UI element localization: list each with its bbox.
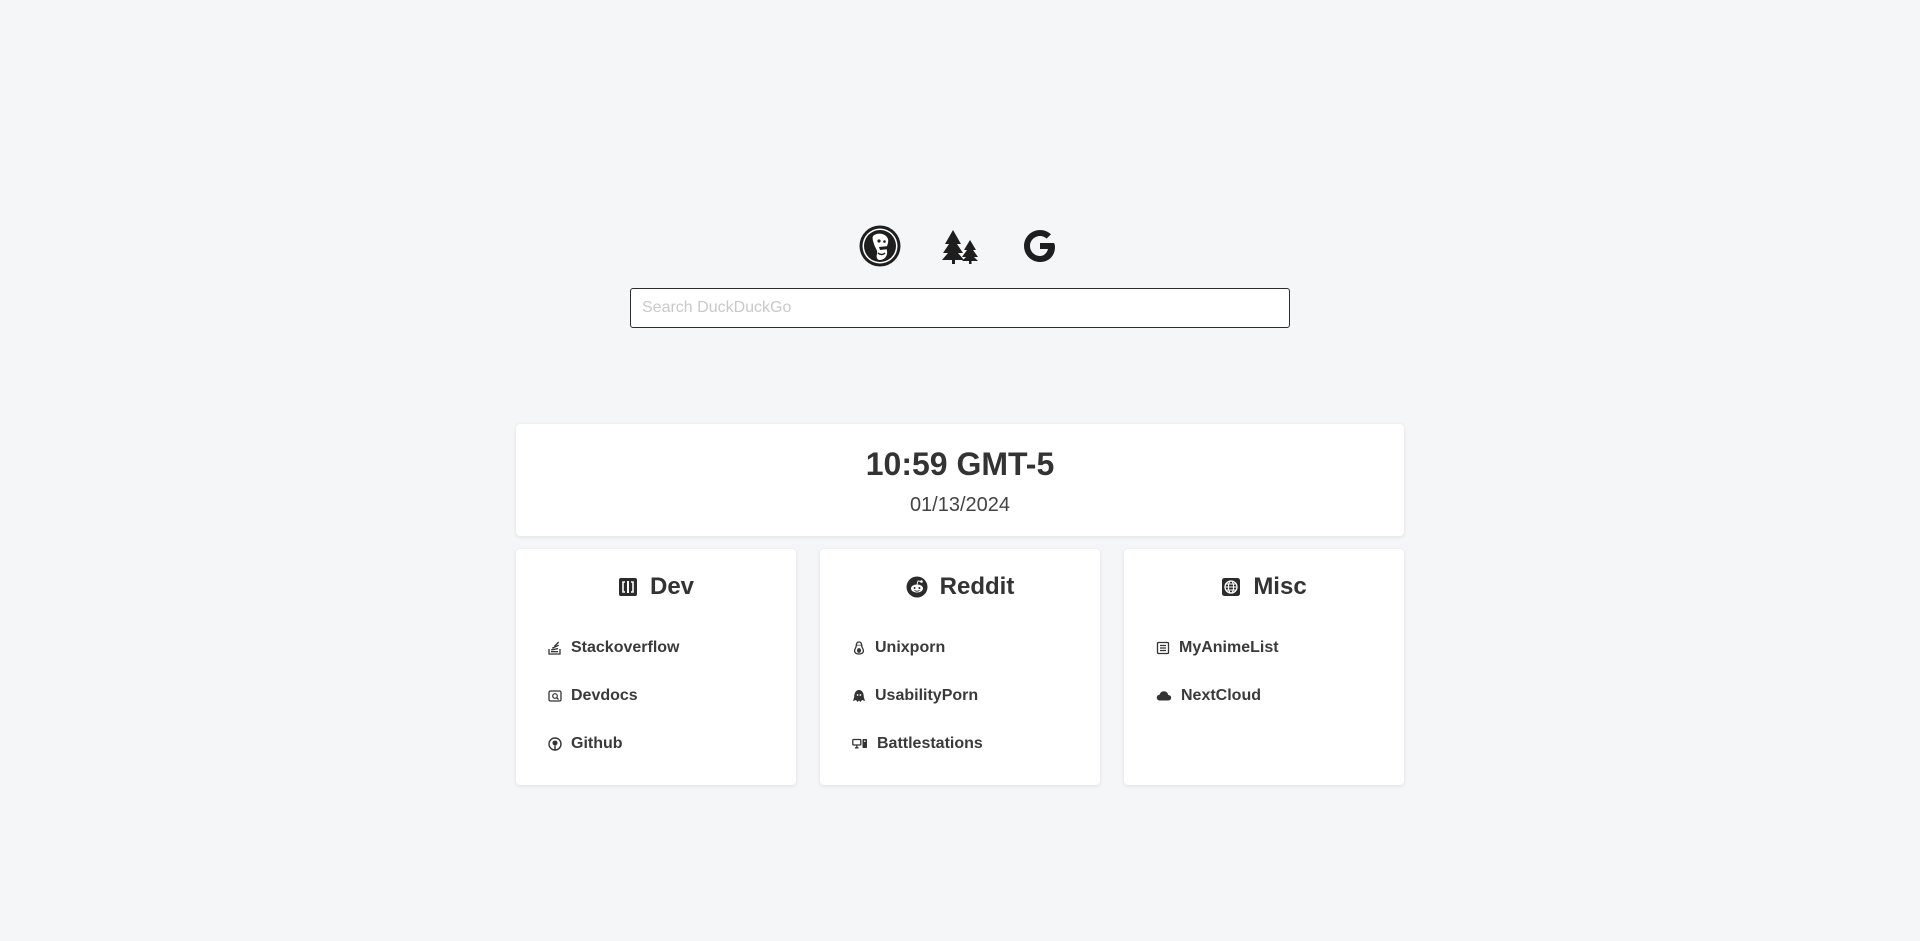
- link-github[interactable]: Github: [548, 720, 778, 768]
- trees-icon: [942, 230, 978, 264]
- link-label: UsabilityPorn: [875, 687, 979, 704]
- link-label: Battlestations: [877, 735, 983, 752]
- link-unixporn[interactable]: Unixporn: [852, 624, 1082, 672]
- link-battlestations[interactable]: Battlestations: [852, 720, 1082, 768]
- reddit-card-header: Reddit: [820, 569, 1100, 605]
- globe-icon: [1222, 578, 1241, 596]
- link-label: Devdocs: [571, 687, 638, 704]
- link-nextcloud[interactable]: NextCloud: [1156, 672, 1386, 720]
- clock-card: 10:59 GMT-5 01/13/2024: [516, 424, 1404, 536]
- google-engine-button[interactable]: [1017, 223, 1063, 269]
- desk-setup-icon: [852, 738, 867, 749]
- dev-links: Stackoverflow Devdocs Github: [548, 624, 778, 768]
- dev-card: Dev Stackoverflow Devdocs Github: [516, 549, 796, 785]
- start-page: 10:59 GMT-5 01/13/2024 Dev: [0, 0, 1920, 941]
- reddit-card: Reddit Unixporn UsabilityPorn Battlestat…: [820, 549, 1100, 785]
- stackoverflow-icon: [548, 641, 561, 655]
- reddit-icon: [906, 576, 928, 598]
- misc-links: MyAnimeList NextCloud: [1156, 624, 1386, 720]
- link-label: NextCloud: [1181, 687, 1261, 704]
- search-bar: [630, 288, 1290, 328]
- link-label: Stackoverflow: [571, 639, 680, 656]
- list-icon: [1156, 641, 1170, 655]
- github-icon: [548, 737, 562, 751]
- clock-time: 10:59 GMT-5: [865, 446, 1055, 482]
- devdocs-icon: [548, 690, 562, 702]
- google-icon: [1024, 230, 1055, 262]
- duckduckgo-engine-button[interactable]: [857, 223, 903, 269]
- code-book-icon: [618, 578, 637, 596]
- clock-date: 01/13/2024: [909, 494, 1011, 516]
- dev-card-header: Dev: [516, 569, 796, 605]
- reddit-card-title: Reddit: [939, 573, 1015, 600]
- misc-card-title: Misc: [1253, 573, 1307, 600]
- dev-card-title: Dev: [649, 573, 695, 600]
- link-stackoverflow[interactable]: Stackoverflow: [548, 624, 778, 672]
- search-input[interactable]: [630, 288, 1290, 328]
- search-engine-selector: [0, 223, 1920, 275]
- ghost-icon: [853, 690, 865, 702]
- link-devdocs[interactable]: Devdocs: [548, 672, 778, 720]
- ecosia-engine-button[interactable]: [937, 223, 983, 269]
- link-label: Unixporn: [875, 639, 946, 656]
- linux-tux-icon: [853, 641, 865, 655]
- misc-card-header: Misc: [1124, 569, 1404, 605]
- misc-card: Misc MyAnimeList NextCloud: [1124, 549, 1404, 785]
- link-usabilityporn[interactable]: UsabilityPorn: [852, 672, 1082, 720]
- duckduckgo-icon: [859, 225, 901, 267]
- cloud-icon: [1156, 691, 1172, 701]
- reddit-links: Unixporn UsabilityPorn Battlestations: [852, 624, 1082, 768]
- link-myanimelist[interactable]: MyAnimeList: [1156, 624, 1386, 672]
- link-label: Github: [571, 735, 623, 752]
- link-label: MyAnimeList: [1179, 639, 1279, 656]
